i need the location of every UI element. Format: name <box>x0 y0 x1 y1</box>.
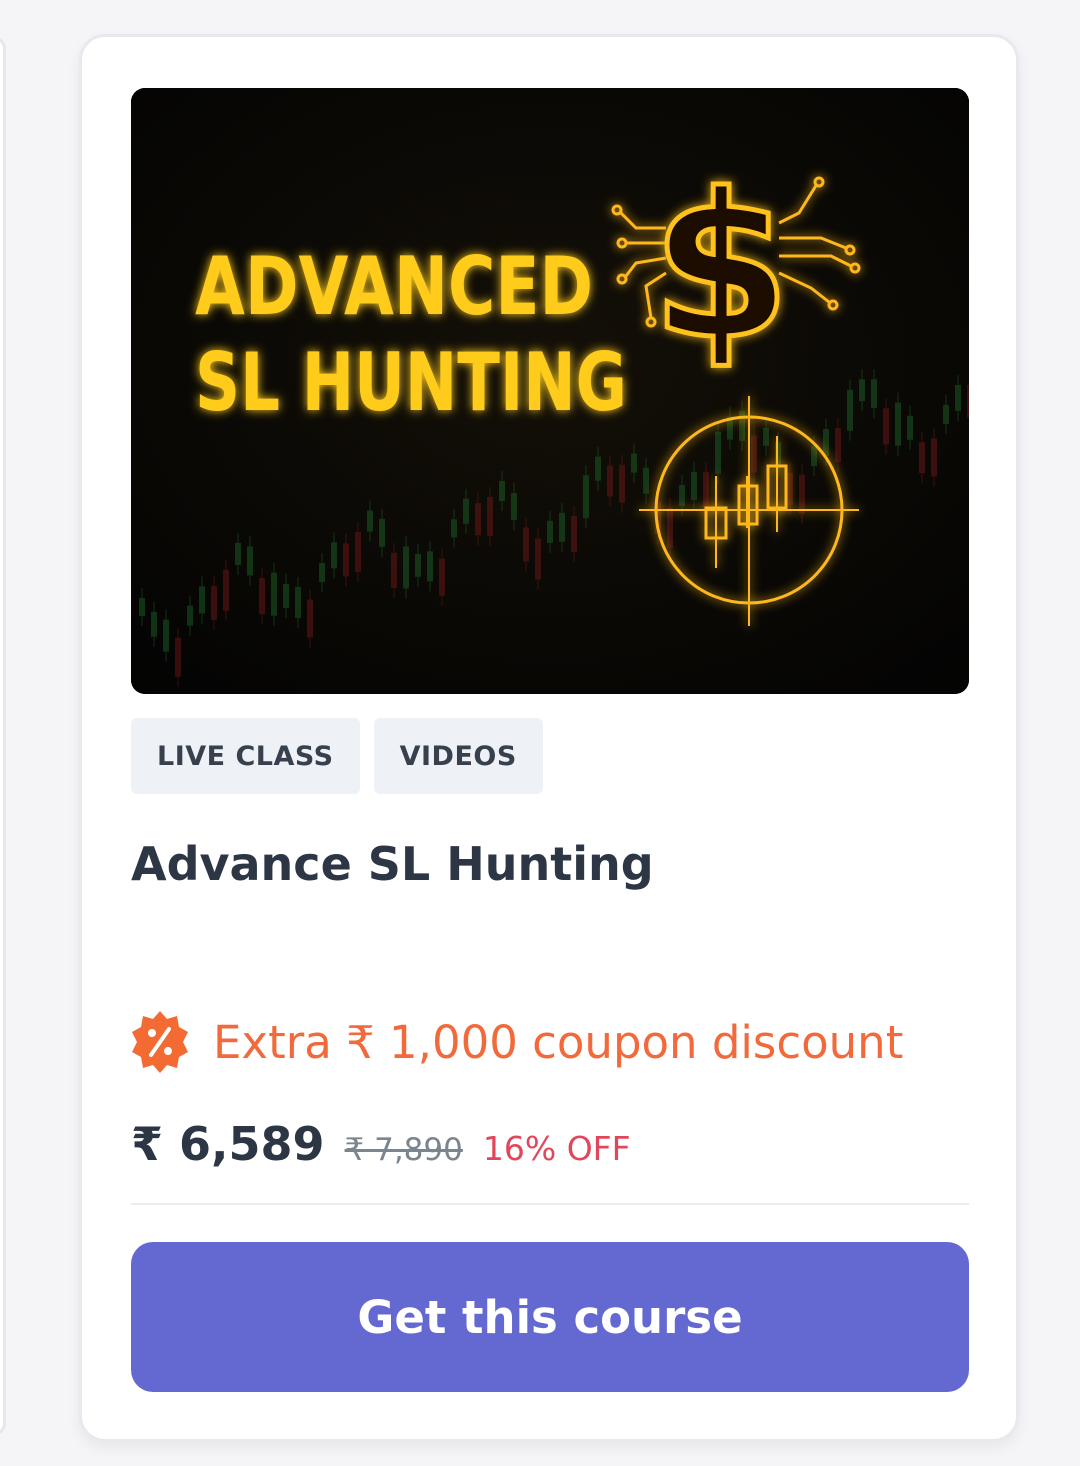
background-candle <box>667 508 673 549</box>
background-candle <box>787 472 793 505</box>
background-candle <box>343 543 349 577</box>
background-candle <box>151 611 157 637</box>
background-candle <box>751 435 757 473</box>
discount-percent: 16% OFF <box>482 1129 631 1168</box>
background-candle <box>427 551 433 582</box>
dollar-symbol: $ <box>651 151 790 384</box>
background-candle <box>487 496 493 536</box>
background-candle <box>319 563 325 583</box>
background-candle <box>139 598 145 616</box>
background-candle <box>943 404 949 424</box>
background-candle <box>211 585 217 620</box>
get-course-button[interactable]: Get this course <box>131 1242 969 1392</box>
background-candle <box>391 552 397 588</box>
background-candle <box>259 578 265 615</box>
thumbnail-headline-line1: ADVANCED <box>195 240 593 333</box>
background-candle <box>187 605 193 626</box>
background-candle <box>619 464 625 503</box>
background-candle <box>607 465 613 497</box>
percent-badge-icon <box>132 1011 188 1073</box>
background-candle <box>451 519 457 538</box>
background-candle <box>415 553 421 577</box>
background-candle <box>223 569 229 611</box>
background-candle <box>175 637 181 677</box>
background-candle <box>559 512 565 542</box>
background-candle <box>583 475 589 519</box>
background-candle <box>199 586 205 614</box>
background-candle <box>895 402 901 446</box>
background-candle <box>763 427 769 446</box>
previous-card-edge <box>0 36 6 1436</box>
background-candle <box>247 546 253 576</box>
background-candle <box>955 385 961 412</box>
background-candle <box>283 584 289 609</box>
course-title[interactable]: Advance SL Hunting <box>131 837 654 891</box>
background-candle <box>799 474 805 514</box>
background-candle <box>163 619 169 652</box>
background-candle <box>535 538 541 580</box>
tag-videos: VIDEOS <box>373 718 543 794</box>
background-candle <box>331 542 337 569</box>
background-candle <box>475 503 481 536</box>
background-candle <box>307 599 313 638</box>
background-candle <box>499 480 505 501</box>
coupon-text: Extra ₹ 1,000 coupon discount <box>213 1015 904 1069</box>
tag-live-class: LIVE CLASS <box>131 718 360 794</box>
course-card[interactable]: ADVANCED SL HUNTING $ LIVE CLASS VIDEOS … <box>79 34 1019 1442</box>
thumbnail-headline-line2: SL HUNTING <box>195 336 627 429</box>
original-price: ₹ 7,890 <box>344 1132 463 1168</box>
background-candle <box>907 415 913 440</box>
background-candle <box>919 442 925 474</box>
background-candle <box>295 587 301 619</box>
background-candle <box>235 542 241 565</box>
background-candle <box>691 471 697 500</box>
background-candle <box>523 527 529 562</box>
background-candle <box>715 431 721 474</box>
background-candle <box>379 518 385 547</box>
background-candle <box>355 531 361 572</box>
background-candle <box>463 498 469 524</box>
course-tags: LIVE CLASS VIDEOS <box>131 718 543 794</box>
background-candle <box>631 453 637 473</box>
background-candle <box>967 384 969 418</box>
background-candle <box>271 572 277 616</box>
background-candle <box>511 492 517 520</box>
background-candle <box>643 467 649 494</box>
background-candle <box>883 408 889 445</box>
background-candle <box>739 410 745 441</box>
background-candle <box>931 438 937 477</box>
background-candle <box>571 516 577 553</box>
current-price: ₹ 6,589 <box>131 1117 325 1171</box>
price-row: ₹ 6,589 ₹ 7,890 16% OFF <box>131 1117 631 1171</box>
background-candle <box>679 484 685 506</box>
course-thumbnail[interactable]: ADVANCED SL HUNTING $ <box>131 88 969 694</box>
background-candle <box>835 428 841 463</box>
background-candle <box>547 520 553 543</box>
background-candle <box>859 379 865 402</box>
background-candle <box>403 546 409 589</box>
coupon-offer: Extra ₹ 1,000 coupon discount <box>131 1005 903 1079</box>
background-candle <box>595 456 601 481</box>
background-candle <box>811 446 817 467</box>
background-candle <box>823 428 829 456</box>
background-candle <box>367 510 373 532</box>
divider <box>131 1203 969 1205</box>
background-candle <box>871 379 877 409</box>
background-candle <box>439 558 445 596</box>
background-candle <box>703 472 709 508</box>
background-candle <box>847 389 853 431</box>
